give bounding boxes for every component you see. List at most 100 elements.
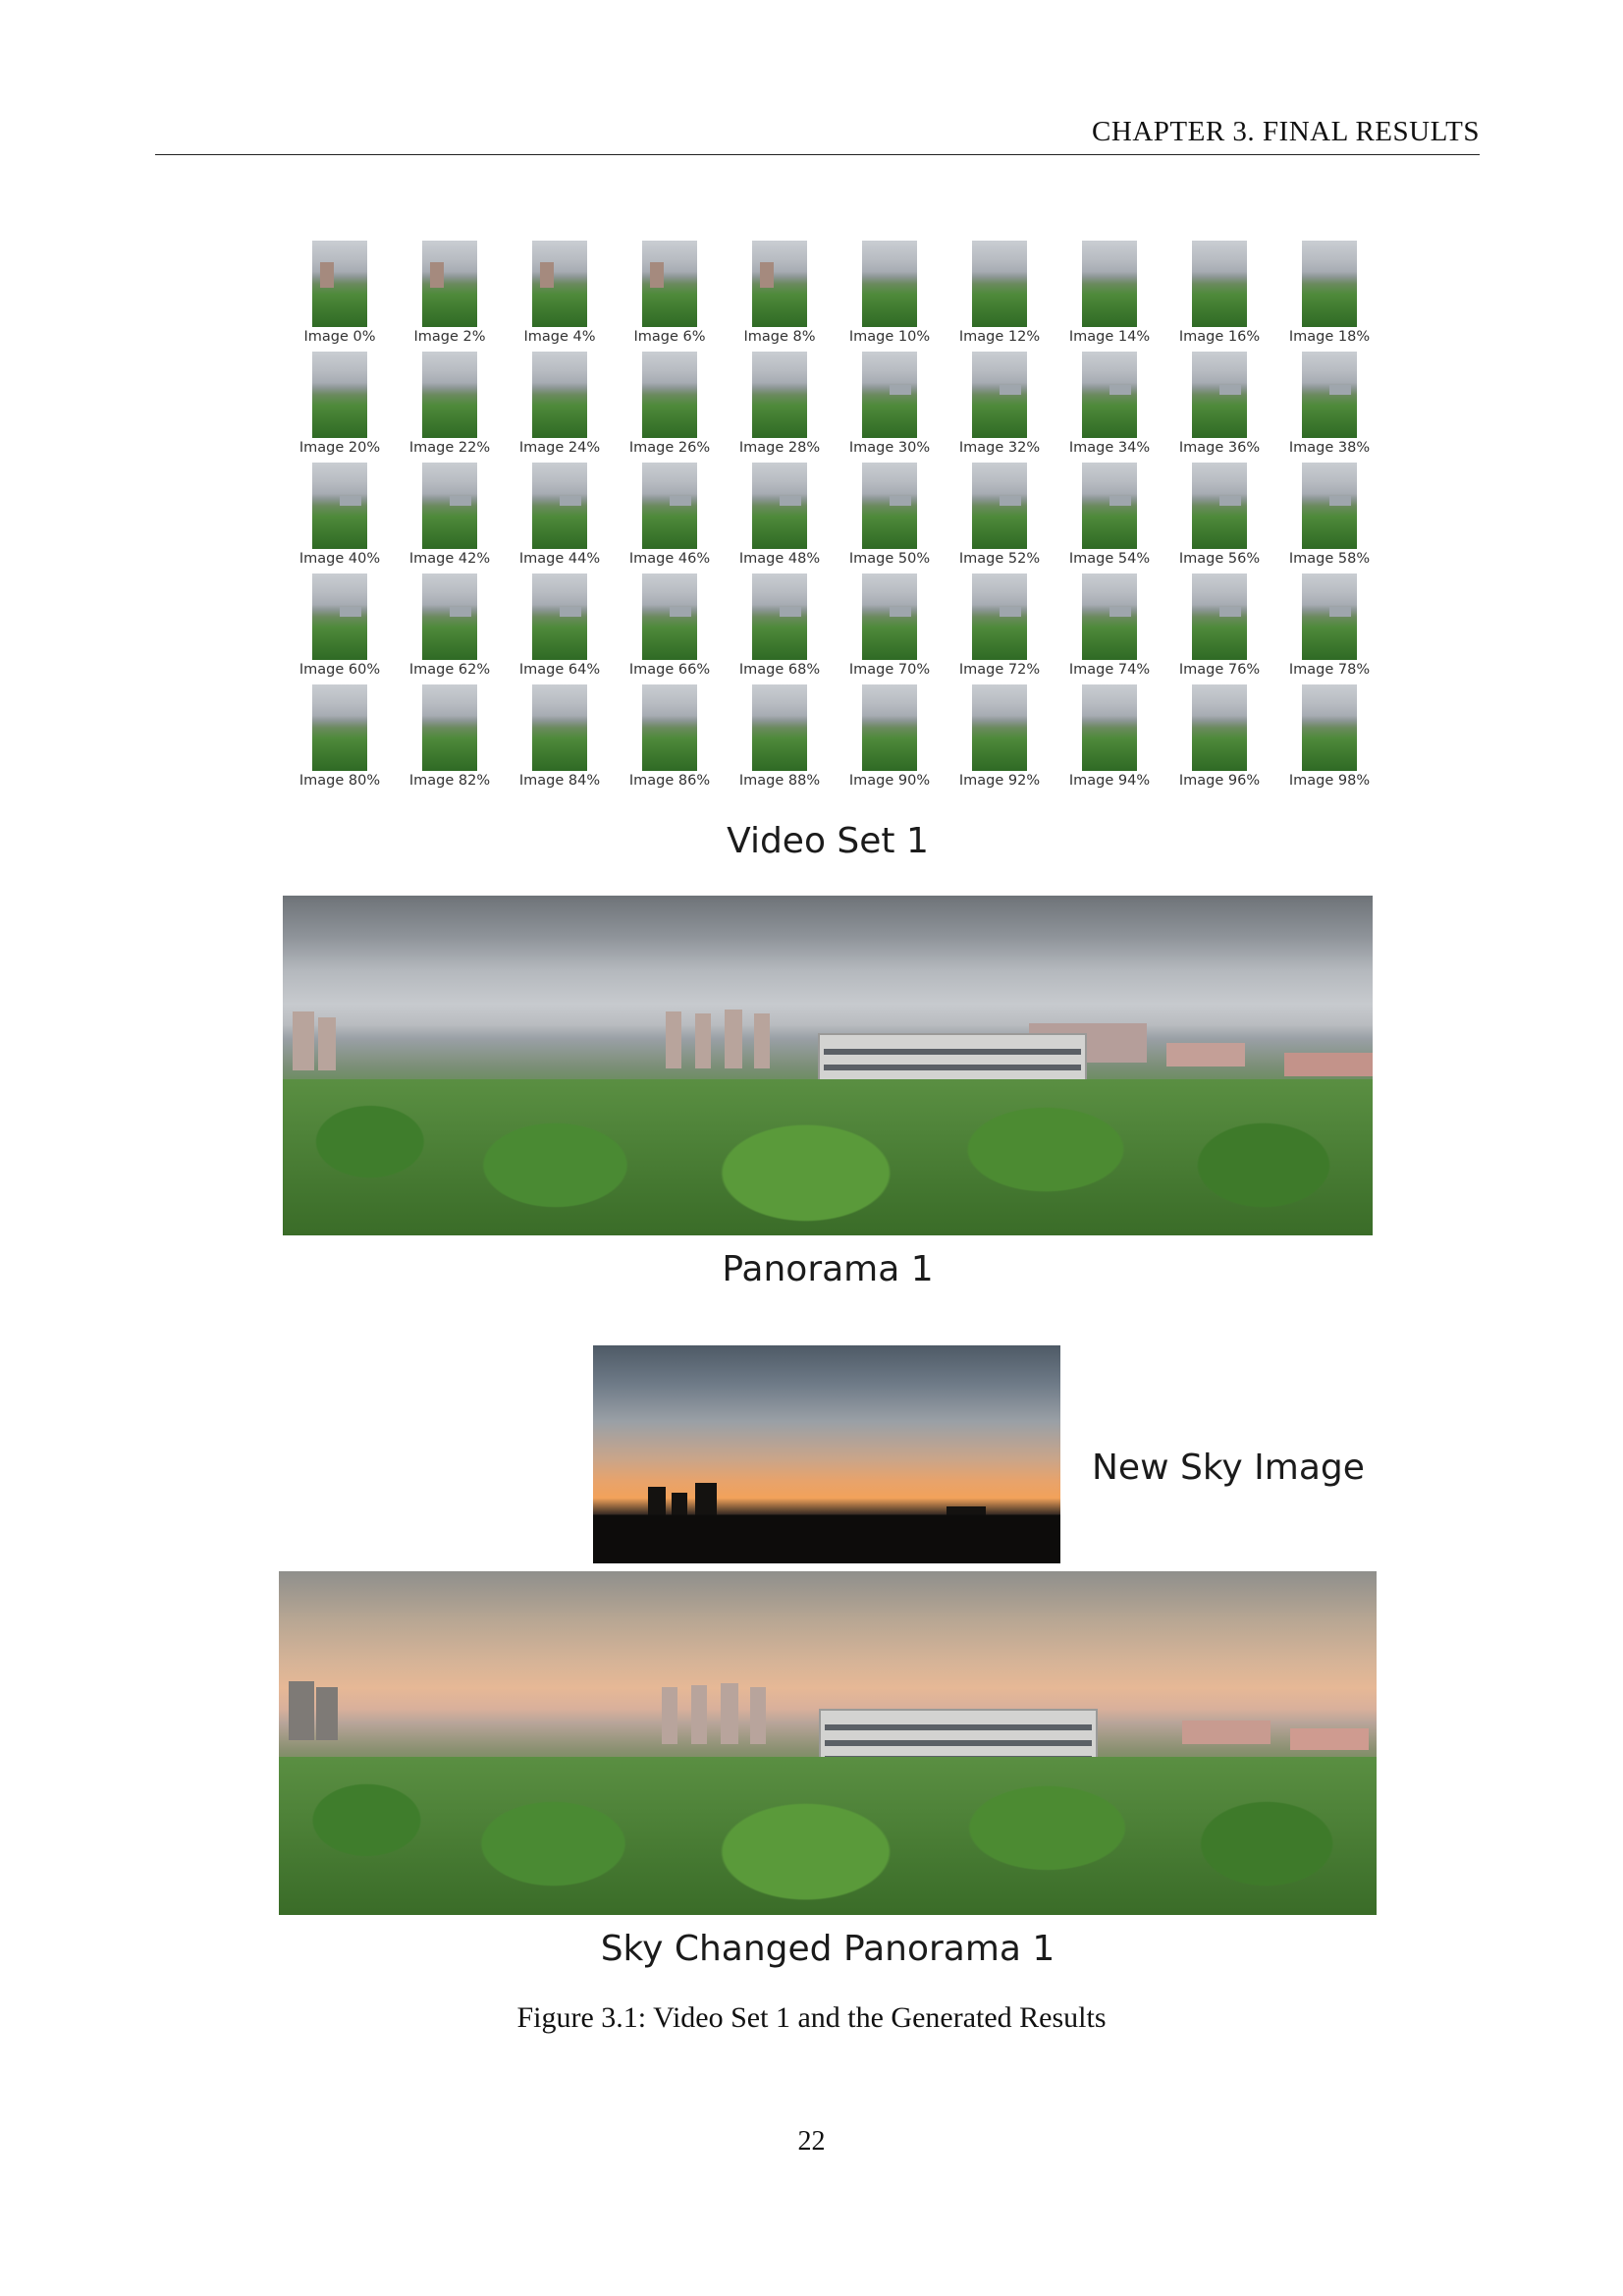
thumbnail-label: Image 0% [303, 329, 376, 345]
thumbnail-frame: Image 82% [395, 680, 505, 791]
thumbnail-label: Image 68% [738, 662, 821, 678]
thumbnail-frame: Image 4% [505, 236, 615, 347]
thumbnail-image [422, 684, 477, 771]
thumbnail-frame: Image 0% [285, 236, 395, 347]
thumbnail-image [1192, 352, 1247, 438]
thumbnail-image [312, 463, 367, 549]
thumbnail-image [1302, 241, 1357, 327]
thumbnail-label: Image 4% [523, 329, 596, 345]
thumbnail-image [752, 574, 807, 660]
thumbnail-frame: Image 8% [725, 236, 835, 347]
thumbnail-label: Image 14% [1068, 329, 1151, 345]
sky-changed-panorama-image [279, 1571, 1377, 1915]
thumbnail-image [642, 684, 697, 771]
thumbnail-frame: Image 68% [725, 569, 835, 680]
thumbnail-label: Image 2% [413, 329, 486, 345]
thumbnail-label: Image 8% [743, 329, 816, 345]
thumbnail-frame: Image 50% [835, 458, 945, 569]
thumbnail-label: Image 6% [633, 329, 706, 345]
thumbnail-label: Image 52% [958, 551, 1041, 567]
thumbnail-frame: Image 40% [285, 458, 395, 569]
thumbnail-frame: Image 20% [285, 347, 395, 458]
thumbnail-label: Image 34% [1068, 440, 1151, 456]
thumbnail-frame: Image 52% [945, 458, 1055, 569]
thumbnail-label: Image 62% [408, 662, 491, 678]
thumbnail-frame: Image 24% [505, 347, 615, 458]
thumbnail-frame: Image 94% [1055, 680, 1164, 791]
thumbnail-image [532, 463, 587, 549]
thumbnail-image [532, 352, 587, 438]
thumbnail-label: Image 82% [408, 773, 491, 789]
thumbnail-image [1082, 684, 1137, 771]
thumbnail-image [862, 463, 917, 549]
thumbnail-image [312, 574, 367, 660]
thumbnail-label: Image 48% [738, 551, 821, 567]
thumbnail-label: Image 72% [958, 662, 1041, 678]
thumbnail-frame: Image 72% [945, 569, 1055, 680]
thumbnail-image [312, 241, 367, 327]
thumbnail-frame: Image 28% [725, 347, 835, 458]
thumbnail-label: Image 86% [628, 773, 711, 789]
thumbnail-frame: Image 18% [1274, 236, 1384, 347]
new-sky-label: New Sky Image [1092, 1448, 1365, 1488]
page-number: 22 [797, 2126, 826, 2157]
thumbnail-frame: Image 78% [1274, 569, 1384, 680]
thumbnail-frame: Image 96% [1164, 680, 1274, 791]
thumbnail-frame: Image 92% [945, 680, 1055, 791]
thumbnail-label: Image 36% [1178, 440, 1261, 456]
thumbnail-frame: Image 42% [395, 458, 505, 569]
panorama-1-label: Panorama 1 [722, 1249, 934, 1289]
thumbnail-grid: Image 0% Image 2% Image 4% Image 6% Image 8%… [285, 236, 1384, 792]
thumbnail-frame: Image 60% [285, 569, 395, 680]
thumbnail-label: Image 40% [298, 551, 381, 567]
thumbnail-frame: Image 30% [835, 347, 945, 458]
thumbnail-frame: Image 90% [835, 680, 945, 791]
thumbnail-frame: Image 54% [1055, 458, 1164, 569]
thumbnail-frame: Image 76% [1164, 569, 1274, 680]
thumbnail-frame: Image 80% [285, 680, 395, 791]
thumbnail-image [862, 241, 917, 327]
sky-changed-panorama-label: Sky Changed Panorama 1 [600, 1929, 1055, 1969]
thumbnail-label: Image 74% [1068, 662, 1151, 678]
thumbnail-frame: Image 26% [615, 347, 725, 458]
thumbnail-image [532, 241, 587, 327]
thumbnail-image [862, 574, 917, 660]
thumbnail-label: Image 42% [408, 551, 491, 567]
thumbnail-frame: Image 66% [615, 569, 725, 680]
thumbnail-image [862, 684, 917, 771]
thumbnail-frame: Image 34% [1055, 347, 1164, 458]
thumbnail-label: Image 18% [1288, 329, 1371, 345]
thumbnail-frame: Image 2% [395, 236, 505, 347]
thumbnail-label: Image 88% [738, 773, 821, 789]
thumbnail-frame: Image 98% [1274, 680, 1384, 791]
thumbnail-image [1192, 463, 1247, 549]
thumbnail-label: Image 38% [1288, 440, 1371, 456]
thumbnail-frame: Image 38% [1274, 347, 1384, 458]
thumbnail-frame: Image 10% [835, 236, 945, 347]
thumbnail-frame: Image 32% [945, 347, 1055, 458]
thumbnail-image [312, 684, 367, 771]
thumbnail-image [1082, 574, 1137, 660]
video-set-label: Video Set 1 [727, 821, 929, 861]
thumbnail-image [972, 574, 1027, 660]
thumbnail-label: Image 94% [1068, 773, 1151, 789]
thumbnail-image [972, 352, 1027, 438]
thumbnail-label: Image 84% [518, 773, 601, 789]
thumbnail-frame: Image 36% [1164, 347, 1274, 458]
thumbnail-label: Image 46% [628, 551, 711, 567]
thumbnail-label: Image 54% [1068, 551, 1151, 567]
thumbnail-image [1302, 352, 1357, 438]
thumbnail-frame: Image 6% [615, 236, 725, 347]
thumbnail-image [972, 463, 1027, 549]
thumbnail-label: Image 98% [1288, 773, 1371, 789]
thumbnail-image [1302, 574, 1357, 660]
thumbnail-frame: Image 46% [615, 458, 725, 569]
thumbnail-image [752, 463, 807, 549]
thumbnail-label: Image 60% [298, 662, 381, 678]
thumbnail-image [1192, 684, 1247, 771]
thumbnail-label: Image 24% [518, 440, 601, 456]
thumbnail-frame: Image 48% [725, 458, 835, 569]
thumbnail-image [532, 684, 587, 771]
thumbnail-frame: Image 64% [505, 569, 615, 680]
thumbnail-label: Image 66% [628, 662, 711, 678]
